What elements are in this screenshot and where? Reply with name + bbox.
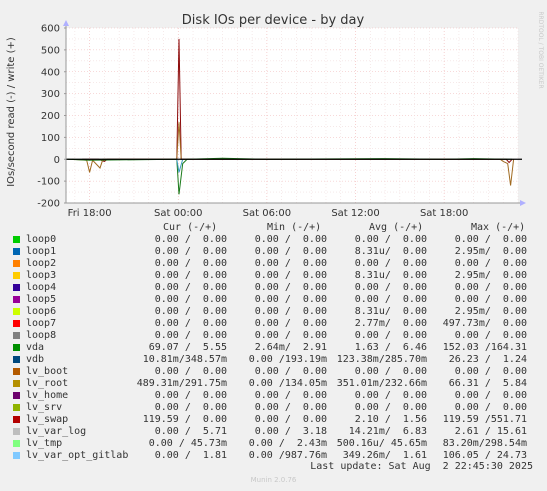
y-axis-label: IOs/second read (-) / write (+): [6, 37, 17, 187]
y-tick-label: 300: [41, 89, 60, 100]
x-tick-label: Sat 00:00: [154, 208, 202, 219]
y-tick-label: -200: [37, 199, 60, 210]
x-tick-label: Sat 12:00: [331, 208, 379, 219]
y-tick-label: -100: [37, 177, 60, 188]
y-tick-label: 500: [41, 45, 60, 56]
side-label: RRDTOOL / TOBI OETIKER: [537, 11, 544, 88]
x-axis-ticks: Fri 18:00 Sat 00:00 Sat 06:00 Sat 12:00 Sat …: [68, 208, 469, 219]
y-tick-label: 400: [41, 67, 60, 78]
y-tick-label: 100: [41, 133, 60, 144]
y-axis-ticks: -200 -100 0 100 200 300 400 500 600: [37, 24, 66, 210]
chart-title: Disk IOs per device - by day: [182, 13, 365, 28]
y-tick-label: 0: [54, 155, 60, 166]
y-axis-arrow-icon: [63, 20, 69, 26]
y-tick-label: 600: [41, 24, 60, 35]
x-tick-label: Sat 18:00: [420, 208, 468, 219]
x-tick-label: Sat 06:00: [243, 208, 291, 219]
chart: Disk IOs per device - by day IOs/second …: [6, 11, 544, 219]
x-tick-label: Fri 18:00: [68, 208, 112, 219]
x-axis-arrow-icon: [520, 200, 526, 206]
y-tick-label: 200: [41, 111, 60, 122]
